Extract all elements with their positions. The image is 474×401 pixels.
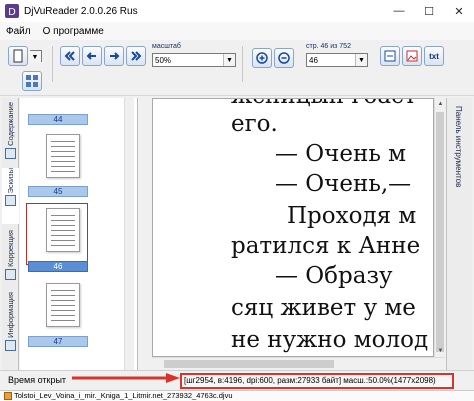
tab-thumbnails-label: Эскизы bbox=[6, 168, 15, 194]
zoom-out-icon bbox=[278, 52, 290, 64]
thumbnail-label[interactable]: 46 bbox=[28, 261, 88, 272]
correction-icon bbox=[5, 268, 16, 280]
open-dropdown[interactable]: ▼ bbox=[29, 50, 42, 63]
first-page-button[interactable] bbox=[60, 46, 80, 66]
scrollbar-thumb[interactable] bbox=[436, 112, 444, 352]
view-mode-button[interactable] bbox=[22, 71, 42, 91]
svg-text:D: D bbox=[8, 7, 16, 18]
toolbar: ▼ масштаб 50% ▼ стр. 46 из 752 46 ▼ txt bbox=[0, 40, 474, 96]
thumbnail-page[interactable] bbox=[46, 134, 80, 178]
tab-contents[interactable]: Содержание bbox=[2, 102, 19, 166]
fit-page-button[interactable] bbox=[402, 46, 422, 66]
page-select[interactable]: 46 ▼ bbox=[306, 53, 368, 67]
panel-splitter[interactable] bbox=[138, 98, 152, 370]
thumbnail-page[interactable] bbox=[46, 208, 80, 252]
document-line: не нужно молод bbox=[231, 327, 429, 353]
status-time: Время открыт bbox=[8, 375, 67, 385]
thumbnails-icon bbox=[5, 195, 16, 207]
contents-icon bbox=[5, 147, 16, 159]
maximize-button[interactable]: ☐ bbox=[414, 0, 444, 22]
zoom-out-button[interactable] bbox=[274, 48, 294, 68]
double-right-arrow-icon bbox=[131, 51, 142, 61]
left-tab-strip: Содержание Эскизы Коррекция Информация bbox=[2, 98, 19, 370]
right-arrow-icon bbox=[110, 52, 120, 60]
horizontal-scrollbar[interactable] bbox=[152, 357, 445, 369]
document-line: — Образу bbox=[275, 263, 393, 289]
zoom-value: 50% bbox=[155, 55, 172, 65]
minimize-button[interactable]: — bbox=[384, 0, 414, 22]
document-line: сяц живет у ме bbox=[231, 295, 416, 321]
zoom-label: масштаб bbox=[152, 43, 181, 50]
tab-contents-label: Содержание bbox=[6, 102, 15, 146]
thumbnail-label[interactable]: 45 bbox=[28, 186, 88, 197]
tools-panel[interactable]: Панель инструментов bbox=[446, 98, 472, 370]
image-icon bbox=[406, 50, 418, 62]
file-tab-label: Tolstoi_Lev_Voina_i_mir._Kniga_1_Litmir.… bbox=[14, 391, 233, 400]
zoom-in-icon bbox=[256, 52, 268, 64]
tab-info[interactable]: Информация bbox=[2, 292, 19, 362]
djvu-file-icon bbox=[4, 392, 12, 400]
toolbar-separator bbox=[52, 46, 53, 82]
scroll-up-icon[interactable]: ▲ bbox=[435, 98, 446, 110]
prev-page-button[interactable] bbox=[82, 46, 102, 66]
double-left-arrow-icon bbox=[64, 51, 75, 61]
thumbnail-label[interactable]: 44 bbox=[28, 114, 88, 125]
document-viewer[interactable]: жсницын гоаст его. — Очень м — Очень,— П… bbox=[152, 98, 434, 357]
tab-thumbnails[interactable]: Эскизы bbox=[2, 168, 19, 224]
zoom-in-button[interactable] bbox=[252, 48, 272, 68]
scrollbar-thumb[interactable] bbox=[164, 360, 334, 368]
page-counter-label: стр. 46 из 752 bbox=[306, 43, 351, 50]
tab-info-label: Информация bbox=[6, 292, 15, 338]
status-info: [шг2954, в:4196, dpi:600, разм:27933 бай… bbox=[180, 373, 454, 389]
last-page-button[interactable] bbox=[126, 46, 146, 66]
document-line: ратился к Анне bbox=[231, 233, 421, 259]
vertical-scrollbar[interactable]: ▲ ▼ bbox=[434, 98, 445, 357]
tools-panel-label: Панель инструментов bbox=[454, 106, 463, 188]
thumbnail-label[interactable]: 47 bbox=[28, 336, 88, 347]
tab-correction[interactable]: Коррекция bbox=[2, 230, 19, 288]
scroll-down-icon[interactable]: ▼ bbox=[435, 345, 446, 357]
document-line: — Очень,— bbox=[275, 171, 412, 197]
toolbar-separator bbox=[242, 46, 243, 82]
fit-width-icon bbox=[384, 50, 396, 62]
menu-file[interactable]: Файл bbox=[6, 26, 31, 37]
grid-icon bbox=[26, 75, 38, 87]
open-file-button[interactable] bbox=[8, 46, 28, 66]
tab-correction-label: Коррекция bbox=[6, 230, 15, 267]
chevron-down-icon: ▼ bbox=[355, 54, 367, 66]
document-line: — Очень м bbox=[275, 141, 407, 167]
thumbnail-panel: 44 45 46 47 bbox=[20, 98, 138, 370]
zoom-select[interactable]: 50% ▼ bbox=[152, 53, 236, 67]
info-icon bbox=[5, 339, 16, 351]
title-bar: D DjVuReader 2.0.0.26 Rus — ☐ ✕ bbox=[0, 0, 474, 22]
document-icon bbox=[13, 49, 23, 63]
highlight-arrow bbox=[72, 373, 180, 383]
text-mode-button[interactable]: txt bbox=[424, 46, 444, 66]
next-page-button[interactable] bbox=[104, 46, 124, 66]
close-button[interactable]: ✕ bbox=[444, 0, 474, 22]
document-line: жсницын гоаст bbox=[231, 99, 417, 109]
document-line: его. bbox=[231, 111, 278, 137]
file-tab[interactable]: Tolstoi_Lev_Voina_i_mir._Kniga_1_Litmir.… bbox=[4, 391, 233, 401]
file-tab-bar: Tolstoi_Lev_Voina_i_mir._Kniga_1_Litmir.… bbox=[0, 390, 474, 401]
page-value: 46 bbox=[309, 55, 318, 65]
thumbnail-scrollbar[interactable] bbox=[124, 98, 134, 370]
fit-width-button[interactable] bbox=[380, 46, 400, 66]
document-line: Проходя м bbox=[287, 203, 417, 229]
app-icon: D bbox=[5, 4, 19, 18]
chevron-down-icon: ▼ bbox=[223, 54, 235, 66]
menu-about[interactable]: О программе bbox=[43, 26, 104, 37]
left-arrow-icon bbox=[86, 52, 96, 60]
window-title: DjVuReader 2.0.0.26 Rus bbox=[24, 5, 138, 17]
thumbnail-page[interactable] bbox=[46, 283, 80, 327]
menu-bar: Файл О программе bbox=[0, 22, 474, 40]
